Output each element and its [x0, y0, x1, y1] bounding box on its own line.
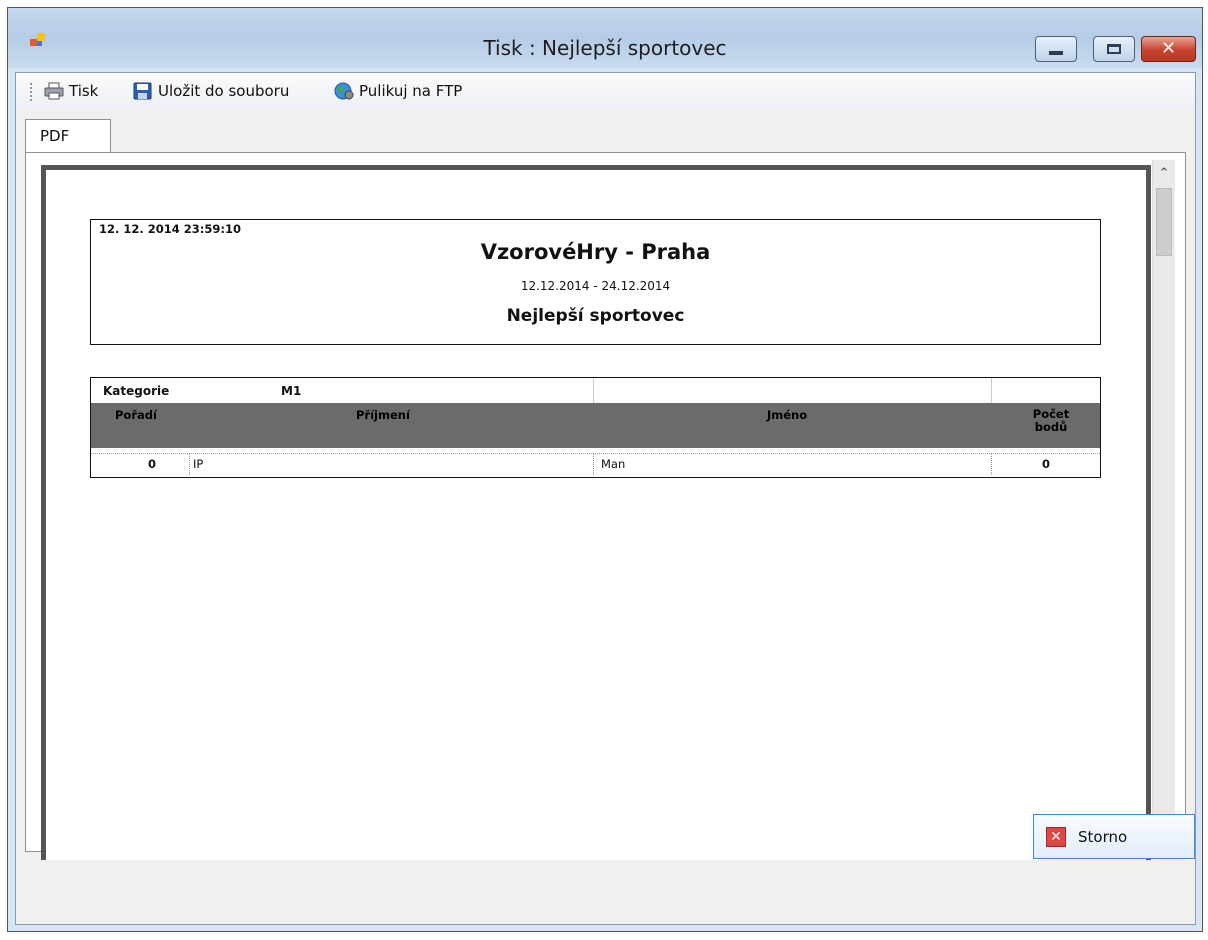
- print-button[interactable]: Tisk: [44, 80, 98, 102]
- cell-divider: [593, 453, 594, 475]
- scroll-up-icon[interactable]: ⌃: [1153, 164, 1175, 184]
- window-title: Tisk : Nejlepší sportovec: [483, 36, 727, 60]
- toolbar-grip[interactable]: [30, 83, 35, 101]
- save-to-file-label: Uložit do souboru: [158, 82, 290, 100]
- scroll-thumb[interactable]: [1156, 188, 1172, 256]
- column-header-order: Pořadí: [115, 408, 157, 422]
- toolbar: Tisk Uložit do souboru Pulikuj na FTP: [16, 73, 1195, 109]
- maximize-icon: [1107, 44, 1121, 54]
- printer-icon: [44, 82, 64, 100]
- cell-divider: [991, 453, 992, 475]
- close-icon: ✕: [1160, 38, 1177, 59]
- minimize-button[interactable]: [1035, 36, 1077, 62]
- tab-pdf[interactable]: PDF: [25, 119, 111, 153]
- cell-points: 0: [1042, 457, 1051, 471]
- report-title: Nejlepší sportovec: [506, 306, 685, 326]
- category-divider: [991, 378, 992, 403]
- publish-ftp-label: Pulikuj na FTP: [359, 82, 463, 100]
- column-header-points: Počet bodů: [1021, 408, 1081, 434]
- category-value: M1: [281, 384, 302, 398]
- category-label: Kategorie: [103, 384, 170, 398]
- cell-order: 0: [148, 457, 157, 471]
- floppy-disk-icon: [133, 82, 152, 100]
- cancel-icon: ✕: [1046, 826, 1066, 847]
- column-header-points-line2: bodů: [1034, 420, 1068, 434]
- event-dates: 12.12.2014 - 24.12.2014: [520, 279, 671, 293]
- close-button[interactable]: ✕: [1141, 36, 1196, 62]
- cancel-label: Storno: [1078, 827, 1128, 846]
- save-to-file-button[interactable]: Uložit do souboru: [133, 80, 289, 102]
- event-title: VzorovéHry - Praha: [480, 240, 711, 264]
- table-header: Pořadí Příjmení Jméno Počet bodů: [91, 403, 1100, 448]
- window-frame: Tisk : Nejlepší sportovec ✕ Tisk Uložit …: [7, 7, 1203, 932]
- title-bar[interactable]: Tisk : Nejlepší sportovec ✕: [8, 8, 1202, 66]
- print-label: Tisk: [69, 82, 99, 100]
- report-header: 12. 12. 2014 23:59:10 VzorovéHry - Praha…: [90, 219, 1101, 345]
- publish-ftp-button[interactable]: Pulikuj na FTP: [334, 80, 462, 102]
- maximize-button[interactable]: [1093, 36, 1135, 62]
- column-header-surname: Příjmení: [356, 408, 410, 422]
- vertical-scrollbar[interactable]: ⌃ ⌄: [1152, 160, 1175, 855]
- report-datetime: 12. 12. 2014 23:59:10: [99, 222, 241, 236]
- minimize-icon: [1049, 51, 1063, 55]
- globe-icon: [334, 82, 354, 100]
- column-header-points-line1: Počet: [1032, 407, 1070, 421]
- category-row: Kategorie M1: [91, 378, 1100, 403]
- cell-name: Man: [601, 457, 626, 471]
- cell-divider: [189, 453, 190, 475]
- category-divider: [593, 378, 594, 403]
- results-table: Kategorie M1 Pořadí Příjmení Jméno Počet…: [90, 377, 1101, 478]
- column-header-name: Jméno: [767, 408, 808, 422]
- cancel-button[interactable]: ✕ Storno: [1033, 814, 1195, 859]
- cell-surname: IP: [193, 457, 204, 471]
- table-row: 0 IP Man 0: [91, 453, 1100, 476]
